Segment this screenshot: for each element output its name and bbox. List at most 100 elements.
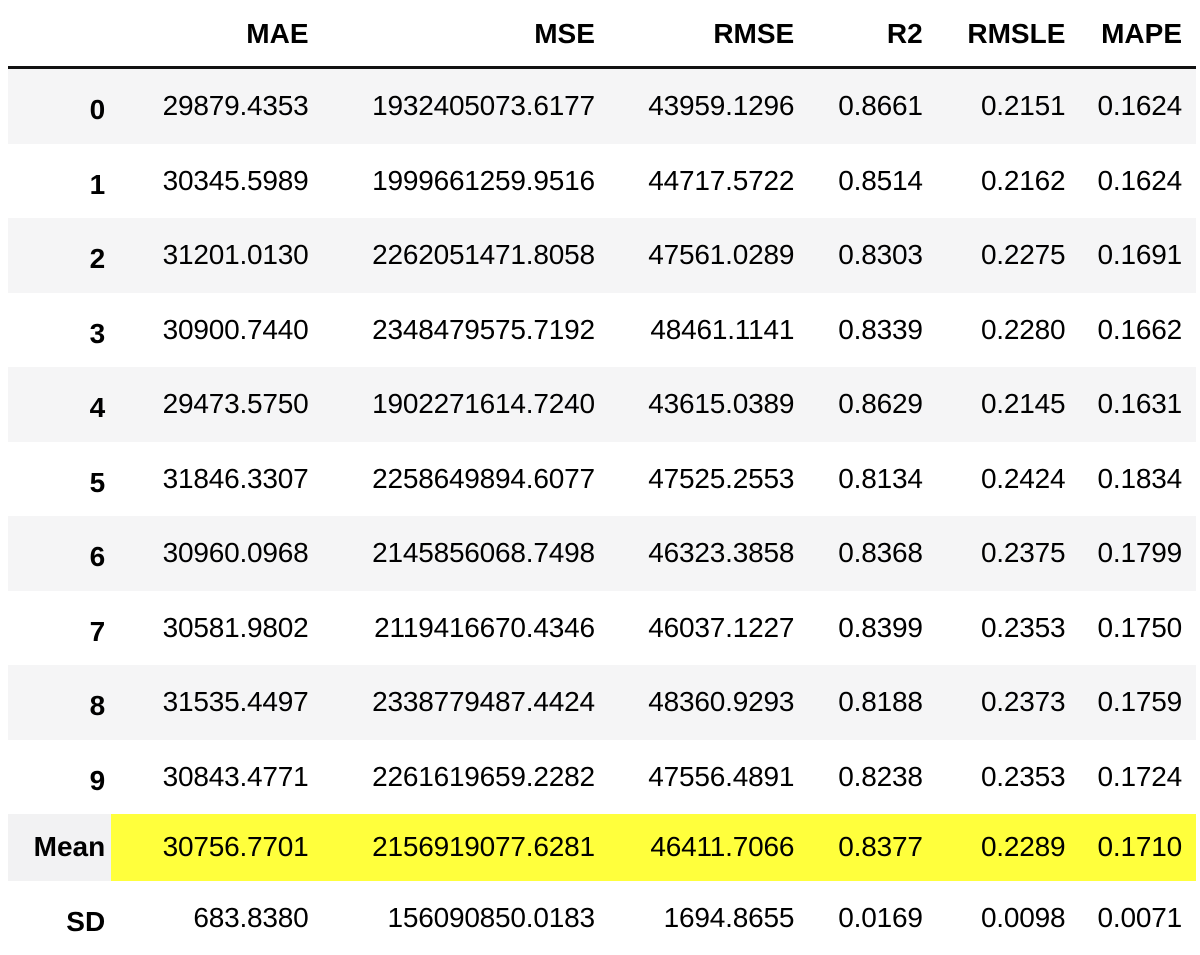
cell-mse: 2348479575.7192 bbox=[309, 293, 595, 368]
cell-rmsle: 0.2162 bbox=[923, 144, 1066, 219]
cell-rmsle: 0.2375 bbox=[923, 516, 1066, 591]
row-index: 1 bbox=[8, 144, 111, 219]
row-index: 5 bbox=[8, 442, 111, 517]
row-index: 7 bbox=[8, 591, 111, 666]
cell-rmse: 1694.8655 bbox=[595, 881, 794, 955]
cell-r2: 0.8399 bbox=[794, 591, 923, 666]
cell-mae: 31201.0130 bbox=[111, 218, 308, 293]
header-mape: MAPE bbox=[1065, 0, 1196, 68]
cell-r2: 0.8629 bbox=[794, 367, 923, 442]
row-index: Mean bbox=[8, 814, 111, 881]
fold-row: 029879.43531932405073.617743959.12960.86… bbox=[8, 68, 1196, 144]
cell-rmse: 47561.0289 bbox=[595, 218, 794, 293]
cell-mse: 1999661259.9516 bbox=[309, 144, 595, 219]
cell-r2: 0.8368 bbox=[794, 516, 923, 591]
cell-mape: 0.1750 bbox=[1065, 591, 1196, 666]
table-body: 029879.43531932405073.617743959.1296 0.86… bbox=[8, 68, 1196, 955]
cell-mape: 0.1662 bbox=[1065, 293, 1196, 368]
cell-rmsle: 0.2151 bbox=[923, 68, 1066, 144]
cell-rmsle: 0.2353 bbox=[923, 591, 1066, 666]
row-index: 2 bbox=[8, 218, 111, 293]
cell-mae: 30900.7440 bbox=[111, 293, 308, 368]
cell-rmsle: 0.2353 bbox=[923, 740, 1066, 815]
cell-rmse: 48360.9293 bbox=[595, 665, 794, 740]
cell-r2: 0.8514 bbox=[794, 144, 923, 219]
cell-rmse: 43615.0389 bbox=[595, 367, 794, 442]
cell-mse: 2338779487.4424 bbox=[309, 665, 595, 740]
cell-rmsle: 0.2289 bbox=[923, 814, 1066, 881]
cell-rmse: 47525.2553 bbox=[595, 442, 794, 517]
fold-row: 429473.57501902271614.724043615.03890.86… bbox=[8, 367, 1196, 442]
cell-r2: 0.0169 bbox=[794, 881, 923, 955]
cell-rmsle: 0.2373 bbox=[923, 665, 1066, 740]
cell-mse: 2145856068.7498 bbox=[309, 516, 595, 591]
header-mse: MSE bbox=[309, 0, 595, 68]
fold-row: 130345.59891999661259.951644717.57220.85… bbox=[8, 144, 1196, 219]
cell-mae: 683.8380 bbox=[111, 881, 308, 955]
cell-mape: 0.0071 bbox=[1065, 881, 1196, 955]
cell-rmse: 44717.5722 bbox=[595, 144, 794, 219]
cell-mae: 30756.7701 bbox=[111, 814, 308, 881]
cell-mape: 0.1691 bbox=[1065, 218, 1196, 293]
cell-rmsle: 0.2275 bbox=[923, 218, 1066, 293]
cell-mae: 30843.4771 bbox=[111, 740, 308, 815]
cell-rmsle: 0.2424 bbox=[923, 442, 1066, 517]
header-rmse: RMSE bbox=[595, 0, 794, 68]
cell-r2: 0.8238 bbox=[794, 740, 923, 815]
cell-mae: 30581.9802 bbox=[111, 591, 308, 666]
cell-mae: 31535.4497 bbox=[111, 665, 308, 740]
cell-mse: 2262051471.8058 bbox=[309, 218, 595, 293]
cell-mape: 0.1724 bbox=[1065, 740, 1196, 815]
row-index: SD bbox=[8, 881, 111, 955]
header-row: MAE MSE RMSE R2 RMSLE MAPE bbox=[8, 0, 1196, 68]
row-index: 0 bbox=[8, 68, 111, 144]
cell-mae: 29879.4353 bbox=[111, 68, 308, 144]
cell-rmsle: 0.2145 bbox=[923, 367, 1066, 442]
fold-row: 930843.47712261619659.228247556.48910.82… bbox=[8, 740, 1196, 815]
header-index bbox=[8, 0, 111, 68]
cell-rmse: 46323.3858 bbox=[595, 516, 794, 591]
cell-mape: 0.1799 bbox=[1065, 516, 1196, 591]
row-index: 9 bbox=[8, 740, 111, 815]
cell-mae: 31846.3307 bbox=[111, 442, 308, 517]
cell-rmsle: 0.2280 bbox=[923, 293, 1066, 368]
cell-rmse: 43959.1296 bbox=[595, 68, 794, 144]
fold-row: 531846.33072258649894.607747525.25530.81… bbox=[8, 442, 1196, 517]
cell-mae: 30960.0968 bbox=[111, 516, 308, 591]
cell-mse: 2261619659.2282 bbox=[309, 740, 595, 815]
cell-mae: 30345.5989 bbox=[111, 144, 308, 219]
cell-mape: 0.1759 bbox=[1065, 665, 1196, 740]
cell-mape: 0.1710 bbox=[1065, 814, 1196, 881]
results-table-container: MAE MSE RMSE R2 RMSLE MAPE 029879.435319… bbox=[8, 0, 1196, 955]
row-index: 8 bbox=[8, 665, 111, 740]
cell-r2: 0.8377 bbox=[794, 814, 923, 881]
cell-mse: 1902271614.7240 bbox=[309, 367, 595, 442]
cell-rmse: 46411.7066 bbox=[595, 814, 794, 881]
cv-results-table: MAE MSE RMSE R2 RMSLE MAPE 029879.435319… bbox=[8, 0, 1196, 955]
cell-mse: 2156919077.6281 bbox=[309, 814, 595, 881]
cell-mape: 0.1624 bbox=[1065, 144, 1196, 219]
fold-row: 831535.44972338779487.442448360.92930.81… bbox=[8, 665, 1196, 740]
cell-r2: 0.8303 bbox=[794, 218, 923, 293]
cell-mse: 1932405073.6177 bbox=[309, 68, 595, 144]
cell-mse: 2258649894.6077 bbox=[309, 442, 595, 517]
cell-r2: 0.8339 bbox=[794, 293, 923, 368]
sd-row: SD683.8380156090850.01831694.86550.01690… bbox=[8, 881, 1196, 955]
cell-rmse: 48461.1141 bbox=[595, 293, 794, 368]
row-index: 4 bbox=[8, 367, 111, 442]
cell-rmse: 46037.1227 bbox=[595, 591, 794, 666]
cell-rmsle: 0.0098 bbox=[923, 881, 1066, 955]
fold-row: 730581.98022119416670.434646037.12270.83… bbox=[8, 591, 1196, 666]
cell-mape: 0.1631 bbox=[1065, 367, 1196, 442]
header-r2: R2 bbox=[794, 0, 923, 68]
fold-row: 330900.74402348479575.719248461.11410.83… bbox=[8, 293, 1196, 368]
fold-row: 630960.09682145856068.749846323.38580.83… bbox=[8, 516, 1196, 591]
row-index: 3 bbox=[8, 293, 111, 368]
row-index: 6 bbox=[8, 516, 111, 591]
cell-rmse: 47556.4891 bbox=[595, 740, 794, 815]
cell-mape: 0.1834 bbox=[1065, 442, 1196, 517]
cell-mse: 156090850.0183 bbox=[309, 881, 595, 955]
cell-mape: 0.1624 bbox=[1065, 68, 1196, 144]
cell-mae: 29473.5750 bbox=[111, 367, 308, 442]
fold-row: 231201.01302262051471.805847561.02890.83… bbox=[8, 218, 1196, 293]
